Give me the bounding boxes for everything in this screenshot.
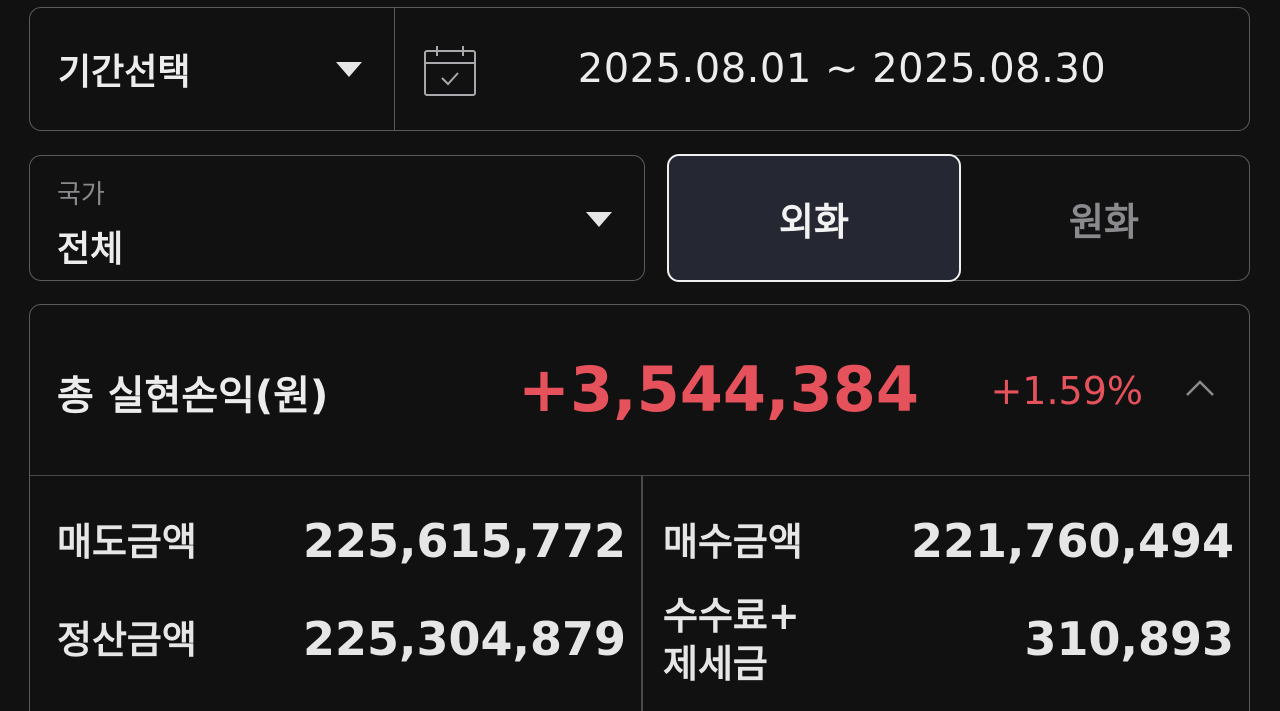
dropdown-triangle-icon <box>336 61 362 77</box>
column-divider <box>641 476 643 711</box>
fee-tax-label-line2: 제세금 <box>663 642 768 686</box>
settlement-amount-value: 225,304,879 <box>302 612 626 666</box>
sell-amount-value: 225,615,772 <box>302 514 626 568</box>
period-filter: 기간선택 2025.08.01 ~ 2025.08.30 <box>29 7 1250 131</box>
country-caption: 국가 <box>57 180 105 210</box>
date-range-picker[interactable]: 2025.08.01 ~ 2025.08.30 <box>395 8 1249 130</box>
toggle-krw[interactable]: 원화 <box>959 156 1249 280</box>
page: 기간선택 2025.08.01 ~ 2025.08.30 국가 전체 외화 원화… <box>0 0 1280 711</box>
summary-title: 총 실현손익(원) <box>57 373 329 419</box>
summary-details: 매도금액 225,615,772 매수금액 221,760,494 정산금액 2… <box>30 476 1249 711</box>
fee-tax-label-line1: 수수료+ <box>663 594 800 638</box>
realized-pnl-card: 총 실현손익(원) +3,544,384 +1.59% 매도금액 225,615… <box>29 304 1250 711</box>
settlement-amount-label: 정산금액 <box>57 618 197 662</box>
buy-amount-value: 221,760,494 <box>910 514 1234 568</box>
date-range-text: 2025.08.01 ~ 2025.08.30 <box>577 46 1107 92</box>
realized-pnl-rate: +1.59% <box>990 369 1143 413</box>
summary-header[interactable]: 총 실현손익(원) +3,544,384 +1.59% <box>30 305 1249 476</box>
buy-amount-label: 매수금액 <box>663 520 803 564</box>
calendar-icon <box>424 46 476 96</box>
period-select-dropdown[interactable]: 기간선택 <box>30 8 395 130</box>
toggle-foreign-currency[interactable]: 외화 <box>667 154 961 282</box>
realized-pnl-amount: +3,544,384 <box>518 353 920 426</box>
country-value: 전체 <box>57 229 124 270</box>
sell-amount-label: 매도금액 <box>57 520 197 564</box>
dropdown-triangle-icon <box>586 212 612 227</box>
chevron-up-icon[interactable] <box>1185 373 1215 403</box>
period-select-label: 기간선택 <box>58 52 191 93</box>
currency-toggle: 외화 원화 <box>667 154 1250 282</box>
fee-tax-value: 310,893 <box>1024 612 1234 666</box>
country-select-dropdown[interactable]: 국가 전체 <box>29 155 645 281</box>
